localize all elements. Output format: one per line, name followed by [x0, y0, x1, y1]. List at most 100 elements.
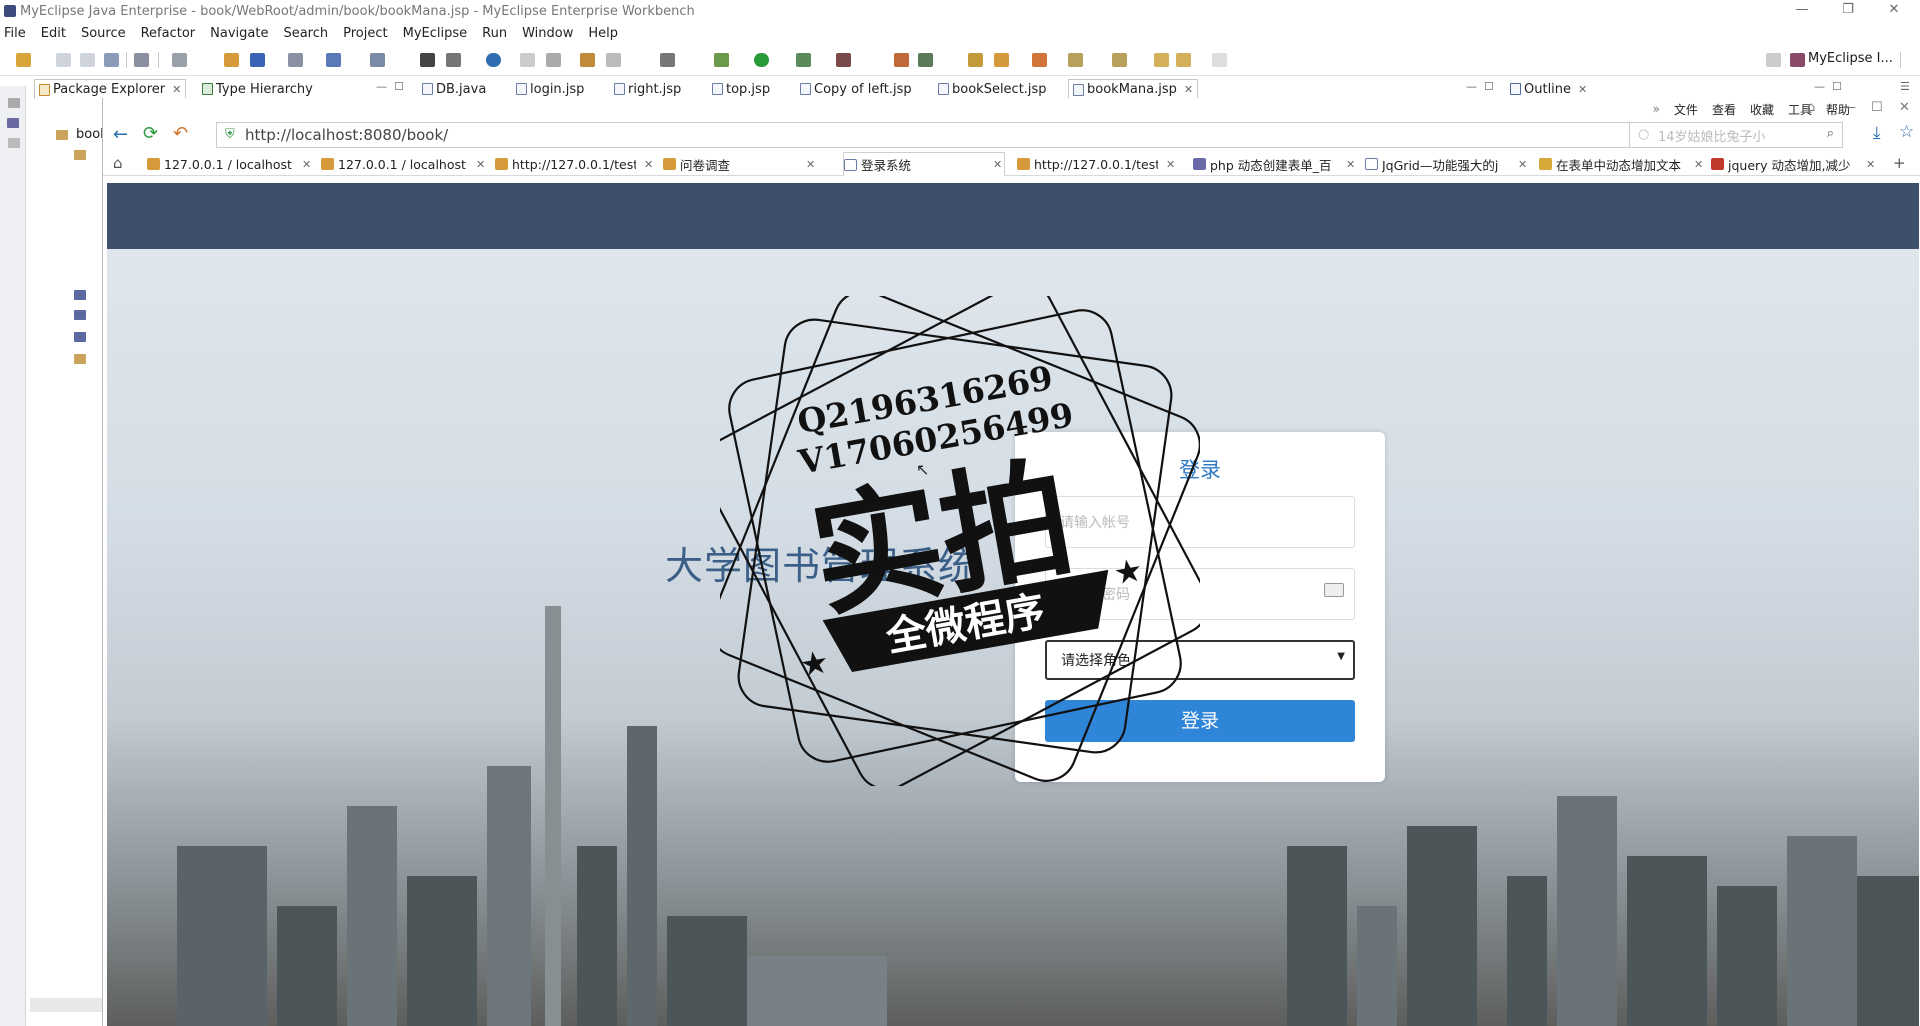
run-tomcat-icon[interactable] [796, 53, 811, 67]
account-input[interactable]: 请输入帐号 [1045, 496, 1355, 548]
close-icon[interactable]: ✕ [1346, 158, 1355, 171]
browser-tab[interactable]: http://127.0.0.1/test ✕ [1017, 152, 1183, 176]
print-icon[interactable] [104, 53, 119, 67]
marker-icon[interactable] [1032, 53, 1047, 67]
close-icon[interactable]: ✕ [1694, 158, 1703, 171]
open-type-icon[interactable] [172, 53, 187, 67]
run-icon[interactable] [754, 53, 769, 67]
tab-outline[interactable]: Outline ✕ [1506, 79, 1591, 99]
browser-tab[interactable]: 127.0.0.1 / localhost ✕ [321, 152, 491, 176]
browser-menu-favorites[interactable]: 收藏 [1750, 101, 1774, 118]
horizontal-scrollbar[interactable] [30, 998, 102, 1012]
debug-icon[interactable] [714, 53, 729, 67]
new-package-icon[interactable] [918, 53, 933, 67]
save-all-icon[interactable] [80, 53, 95, 67]
close-window-button[interactable]: ✕ [1872, 0, 1916, 22]
perspective-label[interactable]: MyEclipse I... [1808, 51, 1893, 66]
server-icon[interactable] [134, 53, 149, 67]
favorites-icon[interactable]: ☆ [1899, 122, 1914, 142]
pen-icon[interactable] [994, 53, 1009, 67]
forward-icon[interactable] [1212, 53, 1227, 67]
role-select[interactable]: 请选择角色 ▼ [1045, 640, 1355, 680]
close-icon[interactable]: ✕ [1166, 158, 1175, 171]
search-icon[interactable]: ⌕ [1827, 126, 1834, 141]
browser-menu-expand[interactable]: » [1653, 102, 1660, 116]
deploy-icon[interactable] [288, 53, 303, 67]
view-menu-icon[interactable]: ☰ [1900, 80, 1910, 93]
home-icon[interactable]: ⌂ [113, 154, 123, 172]
tab-package-explorer[interactable]: Package Explorer ✕ [34, 79, 187, 99]
menu-project[interactable]: Project [343, 26, 387, 41]
browser-tab[interactable]: 在表单中动态增加文本 ✕ [1539, 152, 1711, 176]
console-icon[interactable] [7, 118, 19, 128]
package-icon[interactable] [224, 53, 239, 67]
editor-tab-copy-of-left-jsp[interactable]: Copy of left.jsp [796, 79, 916, 99]
editor-tab-bookmana-jsp[interactable]: bookMana.jsp ✕ [1068, 79, 1199, 99]
xml-icon[interactable] [446, 53, 461, 67]
new-icon[interactable] [16, 53, 31, 67]
close-icon[interactable]: ✕ [644, 158, 653, 171]
close-icon[interactable]: ✕ [172, 83, 181, 96]
browser-menu-file[interactable]: 文件 [1674, 101, 1698, 118]
wizard-icon[interactable] [326, 53, 341, 67]
terminal-icon[interactable] [660, 53, 675, 67]
undo-icon[interactable]: ↶ [173, 123, 188, 144]
paste-icon[interactable] [546, 53, 561, 67]
open-file-icon[interactable] [580, 53, 595, 67]
back-history-icon[interactable] [1176, 53, 1191, 67]
cut-icon[interactable] [520, 53, 535, 67]
build-icon[interactable] [250, 53, 265, 67]
close-icon[interactable]: ✕ [476, 158, 485, 171]
minimize-icon[interactable]: — [1814, 80, 1825, 93]
maximize-icon[interactable]: ☐ [394, 80, 404, 93]
browser-tab[interactable]: 127.0.0.1 / localhost ✕ [147, 152, 317, 176]
search-input[interactable]: ○ 14岁姑娘比兔子小 ⌕ [1629, 122, 1843, 148]
close-icon[interactable]: ✕ [302, 158, 311, 171]
editor-tab-login-jsp[interactable]: login.jsp [512, 79, 588, 99]
shirt-icon[interactable]: ⌂ [1807, 100, 1815, 115]
close-icon[interactable]: ✕ [1578, 83, 1587, 96]
browser-restore[interactable]: ☐ [1871, 100, 1883, 115]
browser-tab[interactable]: JqGrid—功能强大的j ✕ [1365, 152, 1535, 176]
back-arrow-icon[interactable]: ← [113, 124, 128, 145]
menu-source[interactable]: Source [81, 26, 126, 41]
search-tool-icon[interactable] [370, 53, 385, 67]
close-icon[interactable]: ✕ [1518, 158, 1527, 171]
download-icon[interactable]: ⤓ [1873, 123, 1881, 143]
browser-menu-view[interactable]: 查看 [1712, 101, 1736, 118]
browser-tab[interactable]: 问卷调查 ✕ [663, 152, 819, 176]
editor-tab-db-java[interactable]: DB.java [418, 79, 490, 99]
browser-tab[interactable]: http://127.0.0.1/test ✕ [495, 152, 659, 176]
minimize-icon[interactable]: — [1466, 80, 1477, 93]
new-class-icon[interactable] [894, 53, 909, 67]
snippet-icon[interactable] [420, 53, 435, 67]
next-annotation-icon[interactable] [1068, 53, 1083, 67]
globe-icon[interactable] [486, 53, 501, 67]
password-input[interactable]: 请输入密码 [1045, 568, 1355, 620]
maximize-icon[interactable]: ☐ [1832, 80, 1842, 93]
close-icon[interactable]: ✕ [806, 158, 815, 171]
prev-annotation-icon[interactable] [1112, 53, 1127, 67]
menu-navigate[interactable]: Navigate [210, 26, 268, 41]
outline-mini-icon[interactable] [8, 138, 20, 148]
menu-window[interactable]: Window [522, 26, 573, 41]
editor-tab-right-jsp[interactable]: right.jsp [610, 79, 685, 99]
minimize-button[interactable]: — [1780, 0, 1824, 22]
back-icon[interactable] [1154, 53, 1169, 67]
browser-minimize[interactable]: — [1843, 100, 1856, 115]
menu-edit[interactable]: Edit [41, 26, 66, 41]
new-tab-icon[interactable]: + [1893, 154, 1906, 172]
browser-tab[interactable]: jquery 动态增加,减少 ✕ [1711, 152, 1891, 176]
close-icon[interactable]: ✕ [1184, 83, 1193, 96]
menu-search[interactable]: Search [283, 26, 328, 41]
open-project-icon[interactable] [968, 53, 983, 67]
refresh-tool-icon[interactable] [606, 53, 621, 67]
url-input[interactable]: ⛨ http://localhost:8080/book/ ☆ [216, 122, 1686, 148]
perspective-icon[interactable] [1790, 53, 1805, 67]
close-icon[interactable]: ✕ [993, 158, 1002, 171]
menu-help[interactable]: Help [588, 26, 618, 41]
open-perspective-icon[interactable] [1766, 53, 1781, 67]
restore-button[interactable]: ❐ [1826, 0, 1870, 22]
refresh-icon[interactable]: ⟳ [143, 123, 158, 144]
tab-type-hierarchy[interactable]: Type Hierarchy [198, 79, 317, 99]
